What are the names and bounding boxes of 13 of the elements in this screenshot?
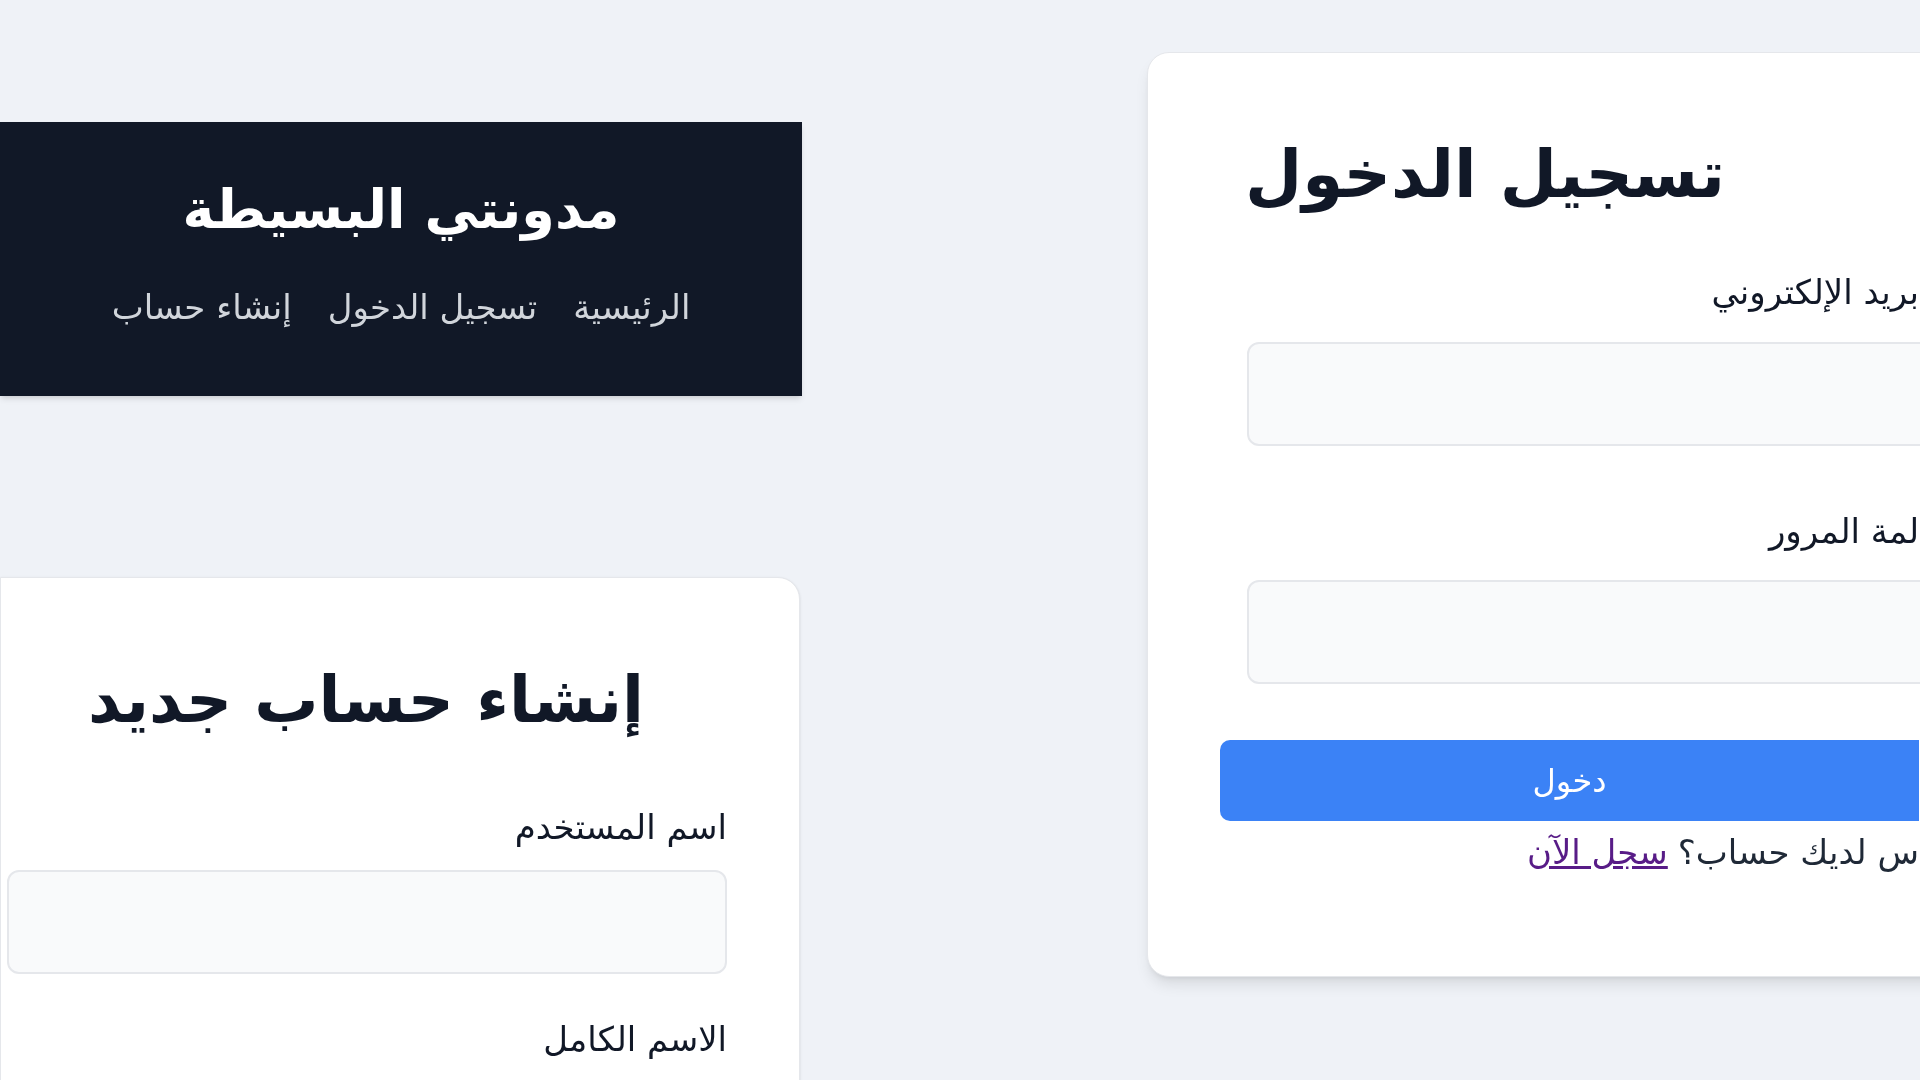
field-label: الاسم الكامل xyxy=(542,1018,727,1061)
field-label: بريد الإلكتروني xyxy=(1710,271,1919,314)
input-field[interactable] xyxy=(1247,341,1920,446)
login-title: تسجيل الدخول xyxy=(1244,135,1725,215)
login-button[interactable]: دخول xyxy=(1220,740,1919,822)
site-title: مدونتي البسيطة xyxy=(182,177,620,243)
account-prompt: س لديك حساب؟ xyxy=(1677,831,1919,874)
field-label: لمة المرور xyxy=(1766,509,1919,553)
register-title: إنشاء حساب جديد xyxy=(87,662,644,739)
input-field[interactable] xyxy=(7,870,727,975)
register-link[interactable]: سجل الآن xyxy=(1526,831,1668,874)
field-label: اسم المستخدم xyxy=(513,805,727,849)
input-field[interactable] xyxy=(1247,580,1920,685)
